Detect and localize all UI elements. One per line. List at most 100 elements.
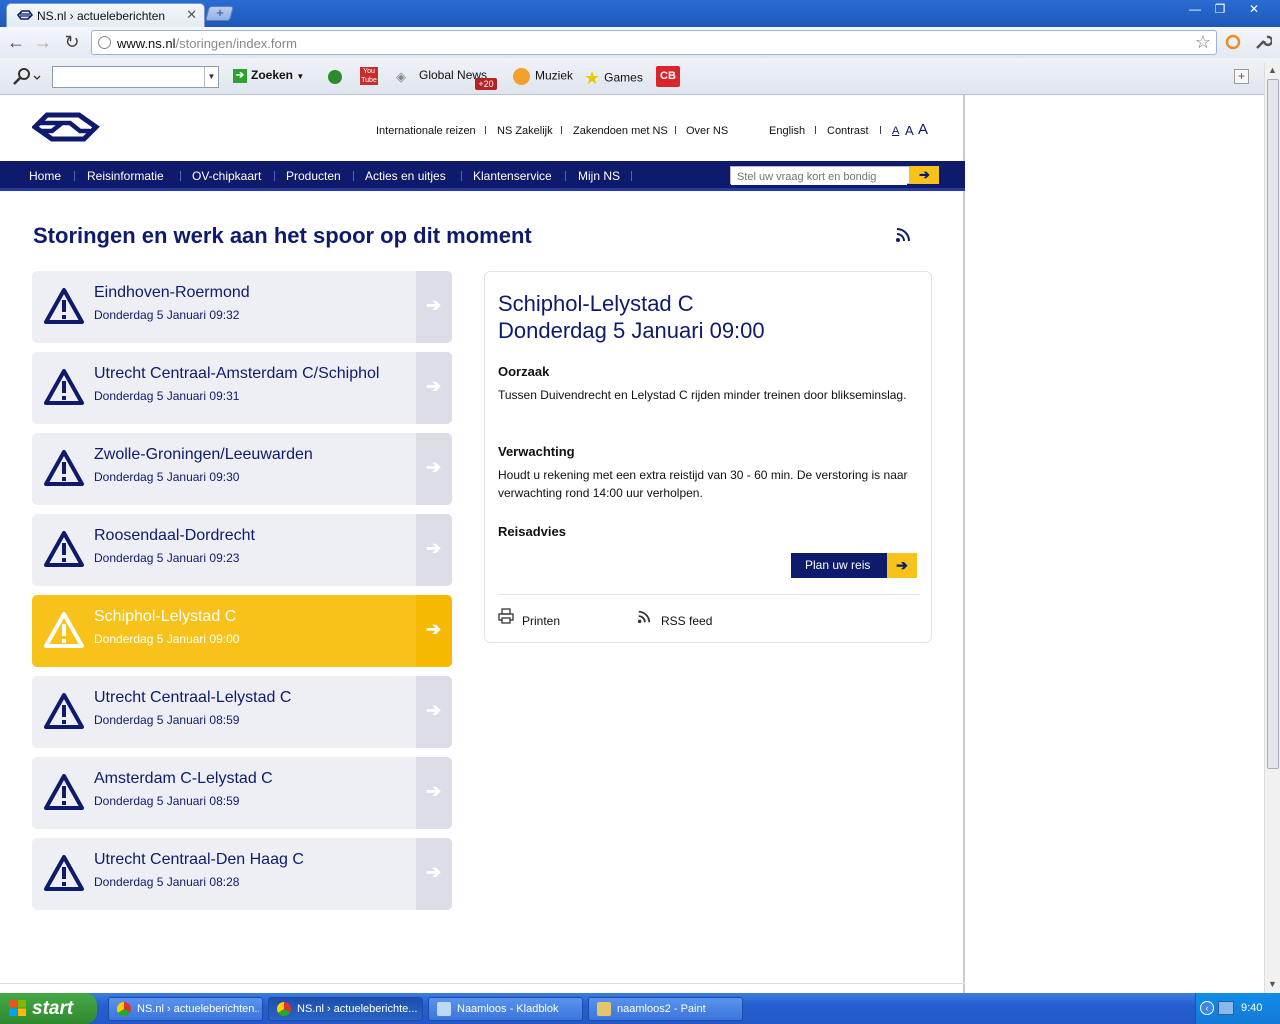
- disruption-item[interactable]: Zwolle-Groningen/Leeuwarden Donderdag 5 …: [32, 433, 452, 505]
- games-link[interactable]: ★ Games: [584, 68, 643, 89]
- close-window-icon[interactable]: ✕: [1243, 2, 1265, 18]
- arrow-right-icon: ➔: [426, 295, 442, 315]
- disruption-time: Donderdag 5 Januari 08:28: [94, 875, 240, 889]
- font-size-small[interactable]: A: [892, 125, 899, 137]
- add-button-icon[interactable]: +: [1234, 69, 1249, 84]
- disruption-detail-panel: Schiphol-Lelystad C Donderdag 5 Januari …: [484, 271, 932, 643]
- taskbar-item-notepad[interactable]: Naamloos - Kladblok: [428, 997, 583, 1021]
- arrow-cell[interactable]: ➔: [416, 271, 452, 343]
- site-search-button[interactable]: ➔: [910, 166, 939, 184]
- extension-icon[interactable]: [1224, 33, 1242, 51]
- url-text[interactable]: www.ns.nl/storingen/index.form: [117, 36, 297, 51]
- restore-icon[interactable]: ❐: [1209, 2, 1231, 18]
- toplink-over-ns[interactable]: Over NS: [686, 125, 728, 137]
- nav-klantenservice[interactable]: Klantenservice: [473, 169, 552, 183]
- global-news-link[interactable]: ◈ Global News: [396, 68, 487, 84]
- close-tab-icon[interactable]: ✕: [186, 7, 197, 23]
- disruption-item[interactable]: Utrecht Centraal-Lelystad C Donderdag 5 …: [32, 676, 452, 748]
- nav-mijn-ns[interactable]: Mijn NS: [578, 169, 620, 183]
- disruption-item[interactable]: Roosendaal-Dordrecht Donderdag 5 Januari…: [32, 514, 452, 586]
- taskbar-item-chrome-2[interactable]: NS.nl › actueleberichte...: [268, 997, 423, 1021]
- scrollbar-thumb[interactable]: [1267, 79, 1279, 769]
- task-label: NS.nl › actueleberichte...: [297, 1003, 418, 1015]
- back-arrow-icon[interactable]: ←: [6, 33, 26, 51]
- browser-toolbar: ← → ↻ www.ns.nl/storingen/index.form ☆: [0, 27, 1280, 58]
- nav-home[interactable]: Home: [29, 169, 61, 183]
- disruption-item[interactable]: Eindhoven-Roermond Donderdag 5 Januari 0…: [32, 271, 452, 343]
- disruption-route: Roosendaal-Dordrecht: [94, 527, 255, 544]
- toplink-zakendoen[interactable]: Zakendoen met NS: [573, 125, 668, 137]
- minimize-icon[interactable]: —: [1184, 2, 1206, 18]
- muziek-label: Muziek: [535, 68, 574, 83]
- task-label: naamloos2 - Paint: [617, 1003, 706, 1015]
- new-tab-button[interactable]: +: [204, 5, 235, 21]
- font-size-large[interactable]: A: [918, 121, 928, 138]
- arrow-cell[interactable]: ➔: [416, 838, 452, 910]
- arrow-cell[interactable]: ➔: [416, 676, 452, 748]
- nav-reisinformatie[interactable]: Reisinformatie: [87, 169, 164, 183]
- chevron-down-icon: ▼: [296, 72, 305, 81]
- toplink-internationale-reizen[interactable]: Internationale reizen: [376, 125, 476, 137]
- warning-icon: [44, 531, 84, 567]
- site-search-field[interactable]: [730, 166, 910, 185]
- start-button[interactable]: start: [0, 993, 97, 1024]
- arrow-cell[interactable]: ➔: [416, 352, 452, 424]
- rss-icon[interactable]: [895, 227, 911, 243]
- wrench-icon[interactable]: [1254, 33, 1272, 51]
- warning-icon: [44, 693, 84, 729]
- disruption-item-selected[interactable]: Schiphol-Lelystad C Donderdag 5 Januari …: [32, 595, 452, 667]
- disruption-item[interactable]: Amsterdam C-Lelystad C Donderdag 5 Janua…: [32, 757, 452, 829]
- toolbar-search-input[interactable]: ▼: [52, 66, 219, 88]
- arrow-right-icon: ➔: [426, 376, 442, 396]
- divider: [274, 171, 275, 181]
- arrow-cell[interactable]: ➔: [416, 514, 452, 586]
- search-tool-icon[interactable]: [12, 68, 42, 86]
- print-link[interactable]: Printen: [522, 614, 560, 628]
- network-icon[interactable]: [1218, 1001, 1234, 1015]
- rss-icon[interactable]: [637, 610, 651, 624]
- plan-uw-reis-button[interactable]: Plan uw reis: [791, 553, 887, 578]
- site-search-input[interactable]: [731, 169, 907, 185]
- arrow-right-icon[interactable]: ➔: [887, 553, 917, 578]
- youtube-icon[interactable]: You Tube: [360, 67, 378, 85]
- taskbar-item-paint[interactable]: naamloos2 - Paint: [588, 997, 743, 1021]
- arrow-cell[interactable]: ➔: [416, 595, 452, 667]
- disruption-item[interactable]: Utrecht Centraal-Amsterdam C/Schiphol Do…: [32, 352, 452, 424]
- forward-arrow-icon[interactable]: →: [33, 33, 53, 51]
- toplink-english[interactable]: English: [769, 125, 805, 137]
- address-bar[interactable]: www.ns.nl/storingen/index.form ☆: [91, 30, 1217, 55]
- bookmark-star-icon[interactable]: ☆: [1195, 32, 1211, 53]
- vertical-scrollbar[interactable]: ▲ ▼: [1264, 63, 1280, 993]
- nav-acties-en-uitjes[interactable]: Acties en uitjes: [365, 169, 446, 183]
- toplink-ns-zakelijk[interactable]: NS Zakelijk: [497, 125, 553, 137]
- verwachting-text: Houdt u rekening met een extra reistijd …: [498, 468, 908, 500]
- printer-icon[interactable]: [498, 608, 514, 624]
- nav-ov-chipkaart[interactable]: OV-chipkaart: [192, 169, 261, 183]
- dropdown-arrow-icon[interactable]: ▼: [204, 67, 218, 87]
- toplink-contrast[interactable]: Contrast: [827, 125, 869, 137]
- disruption-item[interactable]: Utrecht Centraal-Den Haag C Donderdag 5 …: [32, 838, 452, 910]
- muziek-link[interactable]: Muziek: [513, 68, 573, 85]
- disruption-route: Eindhoven-Roermond: [94, 284, 250, 301]
- ns-logo[interactable]: [32, 111, 100, 143]
- taskbar-item-chrome-1[interactable]: NS.nl › actueleberichten...: [108, 997, 263, 1021]
- arrow-cell[interactable]: ➔: [416, 433, 452, 505]
- scroll-down-icon[interactable]: ▼: [1268, 979, 1277, 989]
- scroll-up-icon[interactable]: ▲: [1268, 65, 1277, 75]
- main-navigation: Home Reisinformatie OV-chipkaart Product…: [0, 161, 965, 191]
- reload-icon[interactable]: ↻: [62, 33, 82, 51]
- rss-feed-link[interactable]: RSS feed: [661, 614, 712, 628]
- detail-title-time: Donderdag 5 Januari 09:00: [498, 318, 765, 343]
- zoeken-button[interactable]: ➔ Zoeken ▼: [233, 68, 304, 83]
- browser-tab[interactable]: NS.nl › actueleberichten ✕: [6, 3, 205, 27]
- disruption-route: Utrecht Centraal-Lelystad C: [94, 689, 292, 706]
- plus-icon: +: [216, 5, 224, 20]
- utorrent-icon[interactable]: [328, 70, 342, 84]
- divider: [353, 171, 354, 181]
- font-size-medium[interactable]: A: [905, 123, 914, 138]
- chevron-left-icon[interactable]: ‹: [1200, 1001, 1214, 1015]
- cb-icon[interactable]: CB: [656, 66, 680, 87]
- nav-producten[interactable]: Producten: [286, 169, 341, 183]
- arrow-cell[interactable]: ➔: [416, 757, 452, 829]
- disruption-route: Utrecht Centraal-Den Haag C: [94, 851, 304, 868]
